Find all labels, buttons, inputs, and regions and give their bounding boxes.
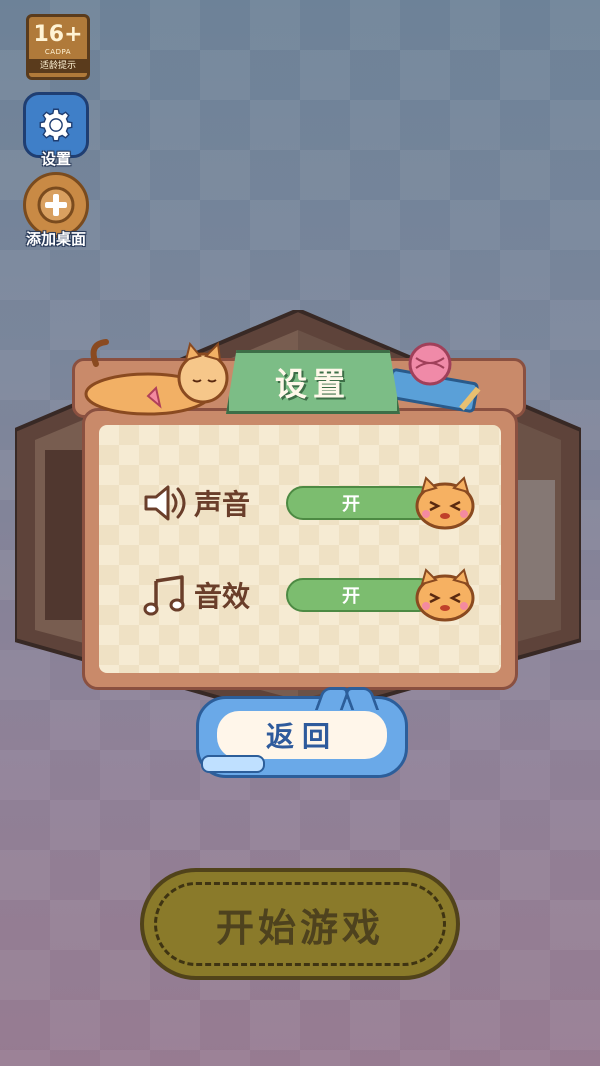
cat-face-toggle-knob[interactable] [412,568,478,622]
sfx-toggle[interactable]: 开 [286,568,475,622]
settings-title-plate: 设置 [226,350,400,414]
start-game-button[interactable]: 开始游戏 [140,868,460,980]
settings-panel [82,408,518,690]
add-to-desktop-button[interactable]: 添加桌面 [16,172,96,249]
sfx-row: 音效 开 [140,568,475,622]
settings-panel-inner [99,425,501,673]
sound-toggle[interactable]: 开 [286,476,475,530]
sound-label: 声音 [194,488,251,521]
age-rating-tag: CADPA [44,48,72,56]
settings-button[interactable]: 设置 [16,92,96,169]
age-rating-badge: 16+ CADPA 适龄提示 [26,14,90,80]
back-button-face[interactable]: 返回 [217,711,387,759]
settings-title: 设置 [274,365,351,403]
sfx-label: 音效 [194,580,251,613]
start-game-button-inner[interactable]: 开始游戏 [154,882,446,966]
speaker-icon [140,478,190,528]
start-game-label: 开始游戏 [215,905,384,950]
plus-icon [37,186,75,224]
age-rating-note: 适龄提示 [29,59,87,73]
sound-row: 声音 开 [140,476,475,530]
sfx-toggle-state: 开 [342,586,360,607]
music-note-icon [140,570,190,620]
sleeping-cat-decoration [84,339,229,416]
age-rating-value: 16+ [33,22,83,47]
add-to-desktop-label: 添加桌面 [25,230,86,248]
back-button-label: 返回 [265,720,338,753]
back-button[interactable]: 返回 [196,687,408,778]
cat-face-toggle-knob[interactable] [412,476,478,530]
gear-icon [39,108,73,142]
settings-button-label: 设置 [40,150,71,168]
sound-toggle-state: 开 [342,494,360,515]
cat-paw-decoration [201,755,265,773]
